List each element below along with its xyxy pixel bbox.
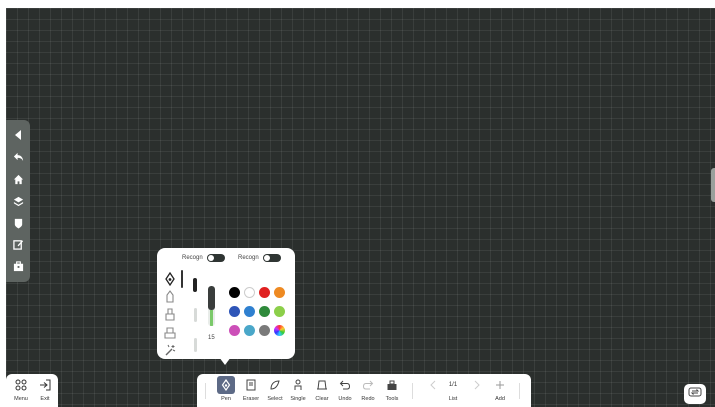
add-page-button[interactable]: Add	[488, 376, 512, 406]
pen-icon	[217, 376, 235, 394]
toolbar-divider	[519, 383, 520, 399]
redo-label: Redo	[361, 396, 375, 402]
eraser-icon	[242, 376, 260, 394]
thickness-preview	[193, 278, 197, 292]
pen-settings-popup: Recogn Recogn 15	[157, 248, 295, 359]
color-swatch[interactable]	[259, 306, 270, 317]
clear-label: Clear	[315, 396, 329, 402]
popup-pointer	[219, 357, 231, 365]
color-swatch[interactable]	[229, 325, 240, 336]
color-swatch[interactable]	[244, 306, 255, 317]
clear-icon	[313, 376, 331, 394]
tools-icon	[383, 376, 401, 394]
add-label: Add	[495, 396, 505, 402]
fountain-pen-icon[interactable]	[163, 271, 177, 287]
chevron-left-icon	[424, 376, 442, 394]
recognition-toggle-1[interactable]: Recogn	[182, 254, 225, 262]
pen-label: Pen	[221, 396, 231, 402]
recognition-toggle-2[interactable]: Recogn	[238, 254, 281, 262]
single-tool-button[interactable]: Single	[286, 376, 310, 406]
pen-size-slider-accent	[210, 310, 213, 326]
next-page-button[interactable]	[465, 376, 489, 406]
thickness-track-bottom	[194, 338, 197, 352]
recognition-label-2: Recogn	[238, 255, 259, 261]
pen-type-selected-indicator	[181, 270, 183, 288]
exit-icon	[36, 376, 54, 394]
layers-icon[interactable]	[11, 194, 25, 208]
clear-tool-button[interactable]: Clear	[310, 376, 334, 406]
menu-exit-panel: Menu Exit	[6, 374, 58, 407]
back-icon[interactable]	[11, 149, 25, 163]
magic-wand-icon[interactable]	[163, 343, 177, 357]
right-edge-handle[interactable]	[711, 168, 715, 202]
exit-label: Exit	[40, 396, 50, 402]
switch-side-button[interactable]	[684, 384, 706, 404]
exit-button[interactable]: Exit	[33, 376, 57, 406]
recognition-switch-2[interactable]	[262, 254, 281, 262]
marker-pen-icon[interactable]	[163, 289, 177, 303]
pen-size-slider-fill	[208, 286, 215, 310]
single-label: Single	[290, 396, 306, 402]
page-indicator: 1/1	[448, 382, 458, 388]
home-icon[interactable]	[11, 172, 25, 186]
single-icon	[289, 376, 307, 394]
briefcase-icon[interactable]	[11, 259, 25, 273]
collapse-arrow-icon[interactable]	[11, 128, 25, 142]
thickness-track-top	[194, 308, 197, 322]
recognition-label-1: Recogn	[182, 255, 203, 261]
bottom-toolbar: Pen Eraser Select Single Clear Undo Redo…	[197, 374, 531, 407]
menu-grid-icon	[12, 376, 30, 394]
color-swatch[interactable]	[244, 287, 255, 298]
edit-icon[interactable]	[11, 237, 25, 251]
redo-tool-button[interactable]: Redo	[356, 376, 380, 406]
undo-label: Undo	[338, 396, 352, 402]
chevron-right-icon	[468, 376, 486, 394]
color-swatch[interactable]	[274, 325, 285, 336]
highlighter-icon[interactable]	[163, 307, 177, 321]
tools-tool-button[interactable]: Tools	[380, 376, 404, 406]
color-swatch[interactable]	[274, 306, 285, 317]
menu-label: Menu	[14, 396, 28, 402]
toolbar-divider	[412, 383, 413, 399]
undo-icon	[336, 376, 354, 394]
color-swatch[interactable]	[244, 325, 255, 336]
pen-tool-button[interactable]: Pen	[214, 376, 238, 406]
color-swatch[interactable]	[274, 287, 285, 298]
eraser-label: Eraser	[242, 396, 260, 402]
select-tool-button[interactable]: Select	[263, 376, 287, 406]
page-list-button[interactable]: 1/1 List	[441, 376, 465, 406]
list-label: List	[448, 396, 458, 402]
left-side-rail	[6, 120, 30, 282]
undo-tool-button[interactable]: Undo	[333, 376, 357, 406]
color-swatch[interactable]	[229, 306, 240, 317]
switch-arrows-icon	[688, 385, 702, 403]
select-label: Select	[267, 396, 283, 402]
color-swatch[interactable]	[259, 325, 270, 336]
color-swatch[interactable]	[259, 287, 270, 298]
eraser-tool-button[interactable]: Eraser	[239, 376, 263, 406]
plus-icon	[491, 376, 509, 394]
menu-button[interactable]: Menu	[9, 376, 33, 406]
color-swatch[interactable]	[229, 287, 240, 298]
recognition-switch-1[interactable]	[206, 254, 225, 262]
shield-icon[interactable]	[11, 216, 25, 230]
brush-pen-icon[interactable]	[163, 325, 177, 339]
redo-icon	[359, 376, 377, 394]
whiteboard-canvas[interactable]	[6, 8, 715, 407]
pen-size-value: 15	[208, 335, 215, 341]
tools-label: Tools	[385, 396, 399, 402]
toolbar-divider	[205, 383, 206, 399]
pen-size-slider[interactable]	[208, 286, 215, 326]
select-icon	[266, 376, 284, 394]
